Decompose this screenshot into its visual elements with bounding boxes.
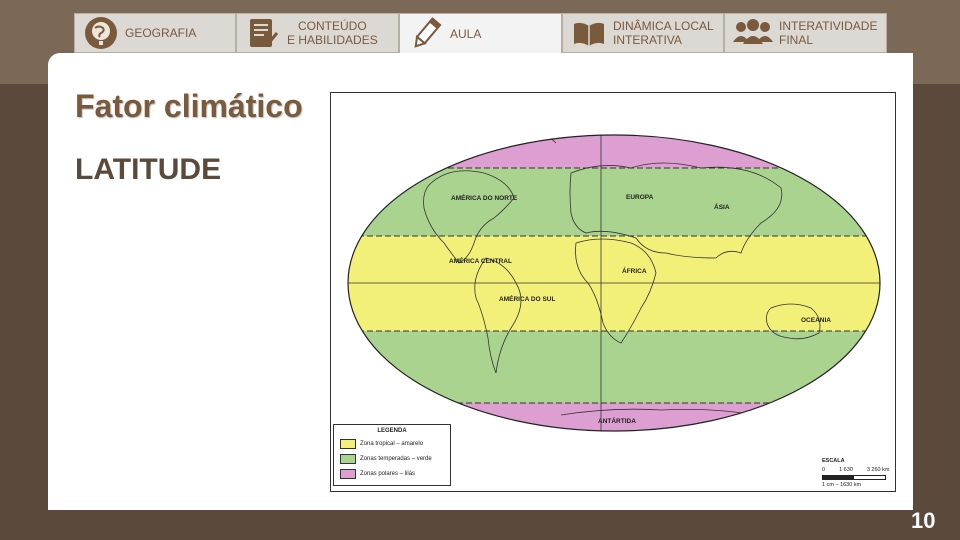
label-south-america: AMÉRICA DO SUL	[499, 294, 555, 303]
book-icon	[569, 15, 609, 51]
label-europe: EUROPA	[626, 194, 654, 201]
tab-geografia[interactable]: GEOGRAFIA	[74, 13, 236, 53]
legend-title: LEGENDA	[377, 428, 407, 434]
label-central-america: AMÉRICA CENTRAL	[449, 256, 512, 265]
label-africa: ÁFRICA	[622, 266, 647, 275]
tab-label-line2: E HABILIDADES	[287, 33, 378, 47]
legend-label-tropical: Zona tropical – amarelo	[360, 441, 424, 447]
tab-label-line1: CONTEÚDO	[298, 19, 367, 33]
legend-label-temperate: Zonas temperadas – verde	[360, 456, 432, 462]
scale-title: ESCALA	[822, 458, 845, 464]
tab-label-line1: DINÂMICA LOCAL	[613, 19, 714, 33]
legend-label-polar: Zonas polares – lilás	[360, 471, 416, 477]
tab-label-line1: INTERATIVIDADE	[779, 19, 878, 33]
label-north-america: AMÉRICA DO NORTE	[451, 193, 518, 202]
legend-swatch-temperate	[340, 454, 356, 464]
pencil-icon	[406, 16, 446, 52]
scale-ticks: 0 1 630 3 260 km	[822, 467, 889, 473]
tab-bar: GEOGRAFIA CONTEÚDO E HABILIDADES AULA DI…	[74, 13, 887, 54]
temperate-zone-north	[348, 168, 880, 236]
tab-label: GEOGRAFIA	[125, 26, 196, 40]
checklist-icon	[243, 15, 283, 51]
scale-tick: 3 260 km	[866, 467, 890, 473]
tab-conteudo[interactable]: CONTEÚDO E HABILIDADES	[236, 13, 399, 53]
scale-ratio: 1 cm – 1630 km	[822, 482, 862, 488]
tab-label: DINÂMICA LOCAL INTERATIVA	[613, 19, 714, 47]
polar-zone-north	[348, 135, 880, 168]
page-number: 10	[911, 508, 936, 533]
globe-icon	[81, 15, 121, 51]
legend-item-temperate: Zonas temperadas – verde	[340, 454, 450, 464]
tab-label-line1: AULA	[450, 27, 482, 41]
label-antarctica: ANTÁRTIDA	[598, 416, 636, 425]
tab-dinamica[interactable]: DINÂMICA LOCAL INTERATIVA	[562, 13, 724, 53]
scale-tick: 1 630	[839, 467, 853, 473]
label-oceania: OCEANIA	[801, 317, 831, 324]
scale-tick: 0	[822, 467, 826, 473]
tab-aula[interactable]: AULA	[399, 13, 562, 54]
label-asia: ÁSIA	[714, 202, 730, 211]
legend-item-polar: Zonas polares – lilás	[340, 469, 450, 479]
tab-label: CONTEÚDO E HABILIDADES	[287, 19, 378, 47]
legend-swatch-polar	[340, 469, 356, 479]
temperate-zone-south	[348, 331, 880, 403]
tab-label-line2: INTERATIVA	[613, 33, 682, 47]
tab-interatividade[interactable]: INTERATIVIDADE FINAL	[724, 13, 887, 53]
legend-item-tropical: Zona tropical – amarelo	[340, 439, 450, 449]
tab-label: INTERATIVIDADE FINAL	[779, 19, 877, 47]
slide-title: Fator climático	[75, 88, 303, 124]
map-scale: ESCALA 0 1 630 3 260 km 1 cm – 1630 km	[822, 458, 889, 488]
scale-bar	[822, 475, 886, 480]
people-icon	[731, 15, 775, 51]
map-legend: LEGENDA Zona tropical – amarelo Zonas te…	[333, 424, 451, 486]
tab-label: AULA	[450, 27, 481, 41]
slide-subtitle: LATITUDE	[75, 153, 222, 186]
legend-swatch-tropical	[340, 439, 356, 449]
tab-label-line1: GEOGRAFIA	[125, 26, 197, 40]
tab-label-line2: FINAL	[779, 33, 814, 47]
